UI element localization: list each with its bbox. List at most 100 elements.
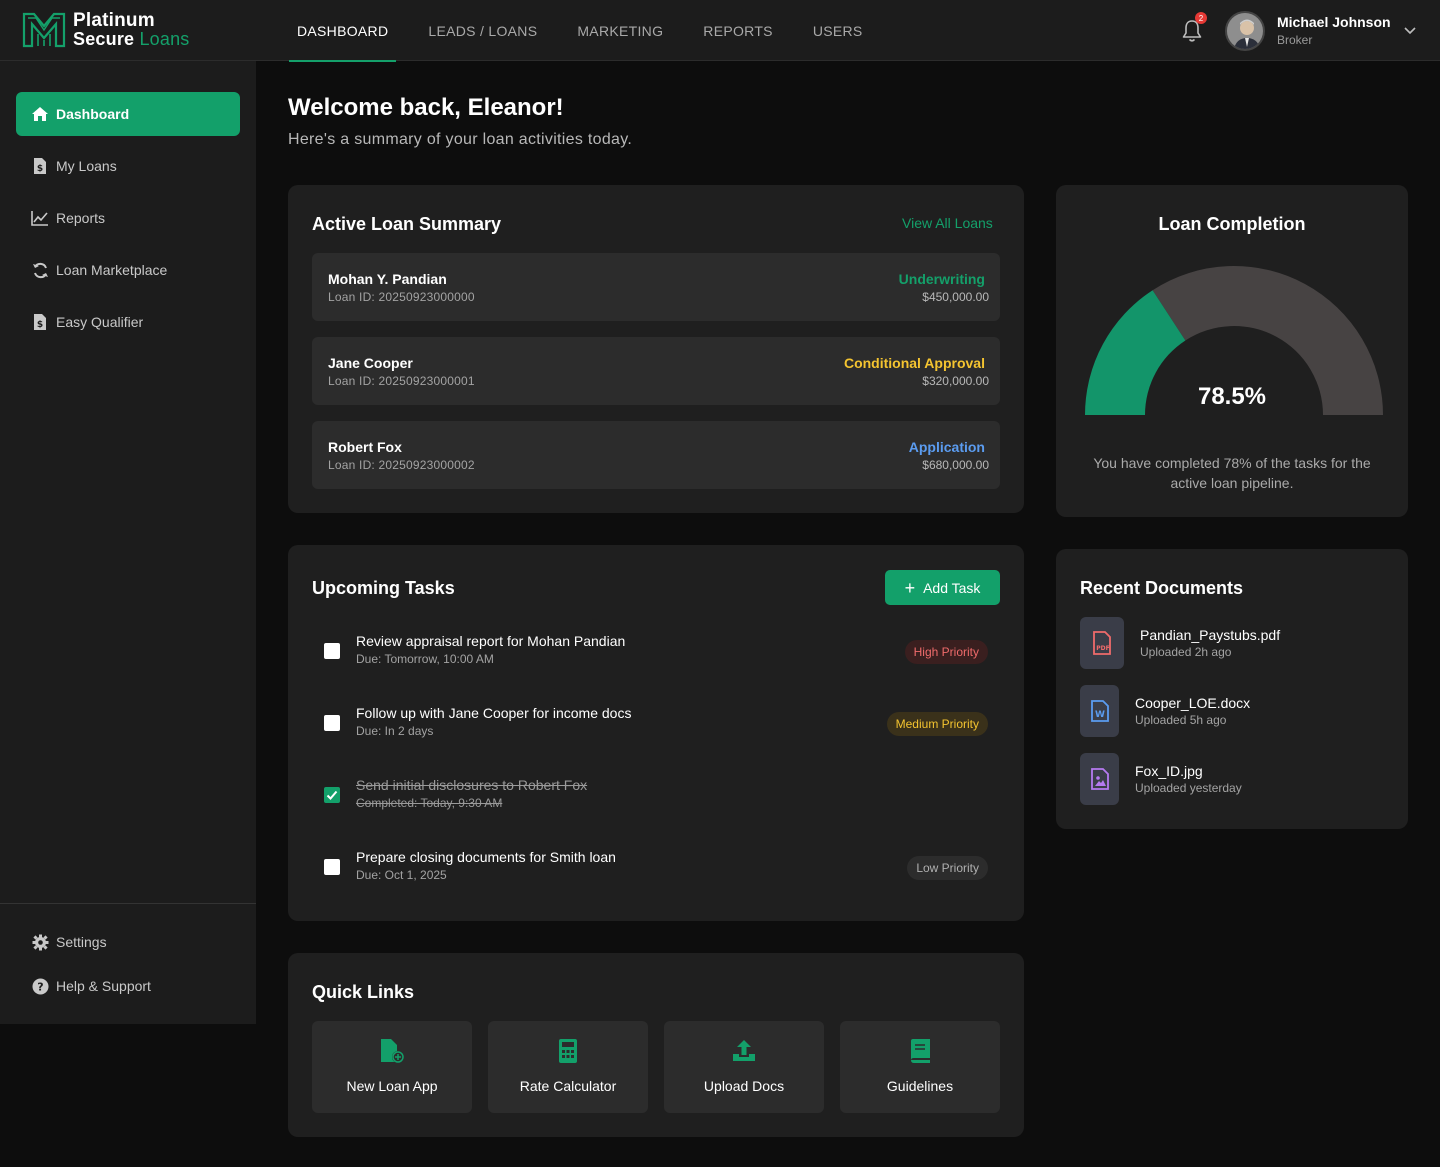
brand-name: Platinum Secure Loans: [73, 10, 190, 49]
sidebar: Dashboard $ My Loans Reports Loan Market…: [0, 61, 256, 1024]
loan-id: Loan ID: 20250923000002: [328, 458, 475, 472]
nav-users[interactable]: USERS: [805, 0, 871, 61]
sidebar-item-label: Easy Qualifier: [56, 314, 144, 330]
sidebar-item-reports[interactable]: Reports: [16, 196, 240, 240]
user-role: Broker: [1277, 33, 1313, 47]
user-name[interactable]: Michael Johnson: [1277, 14, 1391, 30]
task-title: Review appraisal report for Mohan Pandia…: [356, 633, 626, 649]
quick-link-label: Guidelines: [886, 1078, 954, 1094]
brand-line-2b: Loans: [139, 29, 190, 49]
task-checkbox[interactable]: [324, 859, 340, 875]
quick-link-upload-docs[interactable]: Upload Docs: [664, 1021, 824, 1113]
avatar[interactable]: [1225, 11, 1265, 51]
upload-icon: [664, 1038, 824, 1066]
question-icon: ?: [31, 977, 49, 995]
loan-amount: $320,000.00: [922, 374, 989, 388]
nav-leads-loans[interactable]: LEADS / LOANS: [420, 0, 545, 61]
quick-link-new-loan-app[interactable]: New Loan App: [312, 1021, 472, 1113]
task-item: Prepare closing documents for Smith loan…: [312, 845, 988, 889]
main-nav: DASHBOARD LEADS / LOANS MARKETING REPORT…: [289, 0, 895, 62]
card-title: Upcoming Tasks: [312, 578, 455, 598]
brand-line-2a: Secure: [73, 29, 135, 49]
loan-status: Conditional Approval: [843, 355, 985, 371]
quick-link-label: Upload Docs: [703, 1078, 785, 1094]
task-title: Prepare closing documents for Smith loan: [356, 849, 616, 865]
nav-reports[interactable]: REPORTS: [695, 0, 781, 61]
sidebar-item-my-loans[interactable]: $ My Loans: [16, 144, 240, 188]
new-file-icon: [312, 1038, 472, 1066]
completion-description: You have completed 78% of the tasks for …: [1093, 455, 1371, 491]
document-dollar-icon: $: [31, 313, 49, 331]
sidebar-item-settings[interactable]: Settings: [16, 920, 240, 964]
completion-value: 78.5%: [1197, 383, 1267, 410]
gear-icon: [31, 933, 49, 951]
plus-icon: +: [904, 577, 916, 598]
logo-mark-icon: [22, 12, 66, 48]
view-all-loans-link[interactable]: View All Loans: [902, 215, 993, 231]
sidebar-divider: [0, 903, 256, 904]
task-checkbox[interactable]: [324, 643, 340, 659]
quick-link-guidelines[interactable]: Guidelines: [840, 1021, 1000, 1113]
document-time: Uploaded 5h ago: [1135, 713, 1227, 727]
card-title: Loan Completion: [1158, 214, 1306, 234]
svg-text:$: $: [37, 320, 43, 330]
pdf-file-icon: PDF: [1080, 617, 1124, 669]
sidebar-item-help-support[interactable]: ? Help & Support: [16, 964, 240, 1008]
loan-status: Underwriting: [898, 271, 985, 287]
loan-borrower-name: Jane Cooper: [328, 355, 413, 371]
home-icon: [31, 105, 49, 123]
chevron-down-icon[interactable]: [1403, 25, 1417, 35]
task-title: Send initial disclosures to Robert Fox: [356, 777, 588, 793]
sidebar-item-label: Loan Marketplace: [56, 262, 168, 278]
loan-row[interactable]: Robert Fox Loan ID: 20250923000002 Appli…: [312, 421, 1000, 489]
sidebar-item-easy-qualifier[interactable]: $ Easy Qualifier: [16, 300, 240, 344]
brand-line-1: Platinum: [73, 10, 155, 31]
nav-marketing[interactable]: MARKETING: [569, 0, 671, 61]
brand-logo[interactable]: Platinum Secure Loans: [22, 10, 190, 50]
document-dollar-icon: $: [31, 157, 49, 175]
svg-text:PDF: PDF: [1096, 645, 1109, 652]
add-task-label: Add Task: [923, 579, 981, 596]
top-bar: Platinum Secure Loans DASHBOARD LEADS / …: [0, 0, 1440, 62]
task-title: Follow up with Jane Cooper for income do…: [356, 705, 632, 721]
priority-badge: Medium Priority: [886, 712, 988, 736]
document-item[interactable]: PDF Pandian_Paystubs.pdf Uploaded 2h ago: [1080, 617, 1380, 669]
calculator-icon: [488, 1038, 648, 1066]
document-name: Pandian_Paystubs.pdf: [1140, 627, 1281, 643]
active-loan-summary-card: Active Loan Summary Mohan Y. Pandian Loa…: [288, 185, 1024, 513]
priority-badge: Low Priority: [907, 856, 988, 880]
document-name: Fox_ID.jpg: [1135, 763, 1203, 779]
add-task-button[interactable]: + Add Task: [885, 570, 1000, 605]
priority-badge: High Priority: [904, 640, 988, 664]
sidebar-item-label: My Loans: [56, 158, 117, 174]
loan-amount: $450,000.00: [922, 290, 989, 304]
task-due: Due: In 2 days: [356, 724, 434, 738]
nav-dashboard[interactable]: DASHBOARD: [289, 0, 397, 62]
card-title: Active Loan Summary: [312, 214, 502, 234]
quick-link-rate-calculator[interactable]: Rate Calculator: [488, 1021, 648, 1113]
sidebar-item-label: Dashboard: [56, 106, 130, 122]
task-due: Due: Oct 1, 2025: [356, 868, 447, 882]
task-checkbox[interactable]: [324, 715, 340, 731]
quick-links-card: Quick Links New Loan App Rate Calculator…: [288, 953, 1024, 1137]
loan-row[interactable]: Jane Cooper Loan ID: 20250923000001 Cond…: [312, 337, 1000, 405]
sidebar-item-loan-marketplace[interactable]: Loan Marketplace: [16, 248, 240, 292]
book-icon: [840, 1038, 1000, 1066]
document-item[interactable]: Fox_ID.jpg Uploaded yesterday: [1080, 753, 1380, 805]
sidebar-item-label: Settings: [56, 934, 107, 950]
svg-text:?: ?: [37, 980, 43, 993]
quick-link-label: Rate Calculator: [519, 1078, 617, 1094]
word-file-icon: W: [1080, 685, 1119, 737]
task-item: Send initial disclosures to Robert Fox C…: [312, 773, 988, 817]
card-title: Quick Links: [312, 982, 415, 1002]
document-time: Uploaded 2h ago: [1140, 645, 1232, 659]
image-file-icon: [1080, 753, 1119, 805]
page-title: Welcome back, Eleanor!: [288, 94, 564, 121]
notification-badge: 2: [1195, 12, 1207, 24]
task-checkbox[interactable]: [324, 787, 340, 803]
sidebar-item-dashboard[interactable]: Dashboard: [16, 92, 240, 136]
document-item[interactable]: W Cooper_LOE.docx Uploaded 5h ago: [1080, 685, 1380, 737]
task-item: Follow up with Jane Cooper for income do…: [312, 701, 988, 745]
loan-row[interactable]: Mohan Y. Pandian Loan ID: 20250923000000…: [312, 253, 1000, 321]
loan-borrower-name: Robert Fox: [328, 439, 402, 455]
